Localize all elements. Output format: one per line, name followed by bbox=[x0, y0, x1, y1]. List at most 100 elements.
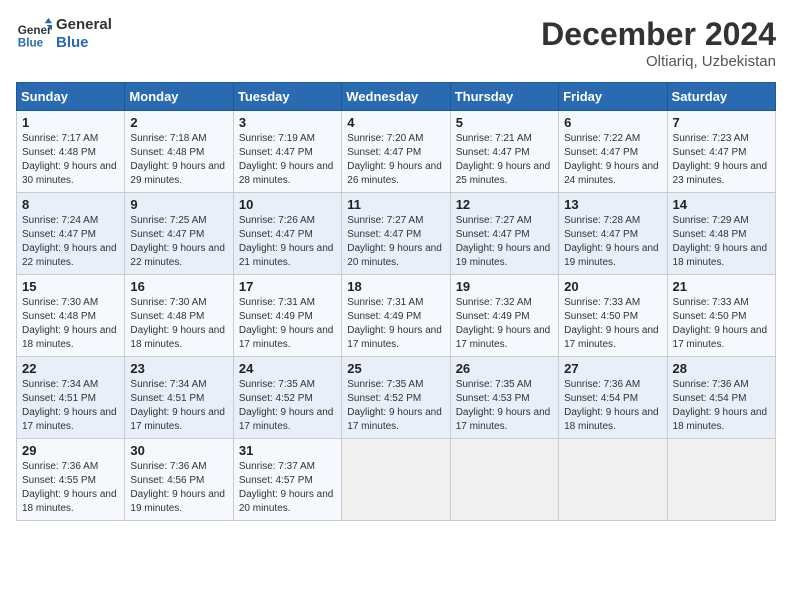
day-cell: 26 Sunrise: 7:35 AM Sunset: 4:53 PM Dayl… bbox=[450, 357, 558, 439]
day-info: Sunrise: 7:35 AM Sunset: 4:52 PM Dayligh… bbox=[347, 378, 444, 434]
day-cell: 27 Sunrise: 7:36 AM Sunset: 4:54 PM Dayl… bbox=[559, 357, 667, 439]
day-cell: 3 Sunrise: 7:19 AM Sunset: 4:47 PM Dayli… bbox=[233, 111, 341, 193]
day-info: Sunrise: 7:28 AM Sunset: 4:47 PM Dayligh… bbox=[564, 214, 661, 270]
week-row-3: 15 Sunrise: 7:30 AM Sunset: 4:48 PM Dayl… bbox=[17, 275, 776, 357]
day-number: 19 bbox=[456, 279, 553, 294]
header-monday: Monday bbox=[125, 83, 233, 111]
day-number: 15 bbox=[22, 279, 119, 294]
day-cell: 20 Sunrise: 7:33 AM Sunset: 4:50 PM Dayl… bbox=[559, 275, 667, 357]
header-saturday: Saturday bbox=[667, 83, 775, 111]
day-info: Sunrise: 7:37 AM Sunset: 4:57 PM Dayligh… bbox=[239, 460, 336, 516]
day-number: 1 bbox=[22, 115, 119, 130]
day-cell: 13 Sunrise: 7:28 AM Sunset: 4:47 PM Dayl… bbox=[559, 193, 667, 275]
day-number: 25 bbox=[347, 361, 444, 376]
day-cell: 2 Sunrise: 7:18 AM Sunset: 4:48 PM Dayli… bbox=[125, 111, 233, 193]
day-info: Sunrise: 7:36 AM Sunset: 4:56 PM Dayligh… bbox=[130, 460, 227, 516]
day-info: Sunrise: 7:31 AM Sunset: 4:49 PM Dayligh… bbox=[347, 296, 444, 352]
day-cell bbox=[559, 439, 667, 521]
day-number: 29 bbox=[22, 443, 119, 458]
svg-text:Blue: Blue bbox=[18, 37, 44, 50]
day-cell: 10 Sunrise: 7:26 AM Sunset: 4:47 PM Dayl… bbox=[233, 193, 341, 275]
day-info: Sunrise: 7:27 AM Sunset: 4:47 PM Dayligh… bbox=[456, 214, 553, 270]
week-row-2: 8 Sunrise: 7:24 AM Sunset: 4:47 PM Dayli… bbox=[17, 193, 776, 275]
location: Oltiariq, Uzbekistan bbox=[541, 53, 776, 70]
day-info: Sunrise: 7:24 AM Sunset: 4:47 PM Dayligh… bbox=[22, 214, 119, 270]
day-cell: 15 Sunrise: 7:30 AM Sunset: 4:48 PM Dayl… bbox=[17, 275, 125, 357]
logo-blue: Blue bbox=[56, 34, 112, 52]
day-number: 12 bbox=[456, 197, 553, 212]
day-info: Sunrise: 7:19 AM Sunset: 4:47 PM Dayligh… bbox=[239, 132, 336, 188]
day-info: Sunrise: 7:32 AM Sunset: 4:49 PM Dayligh… bbox=[456, 296, 553, 352]
day-cell: 22 Sunrise: 7:34 AM Sunset: 4:51 PM Dayl… bbox=[17, 357, 125, 439]
day-number: 23 bbox=[130, 361, 227, 376]
day-number: 4 bbox=[347, 115, 444, 130]
day-cell: 28 Sunrise: 7:36 AM Sunset: 4:54 PM Dayl… bbox=[667, 357, 775, 439]
day-info: Sunrise: 7:36 AM Sunset: 4:54 PM Dayligh… bbox=[673, 378, 770, 434]
day-cell: 1 Sunrise: 7:17 AM Sunset: 4:48 PM Dayli… bbox=[17, 111, 125, 193]
day-cell: 5 Sunrise: 7:21 AM Sunset: 4:47 PM Dayli… bbox=[450, 111, 558, 193]
day-cell: 8 Sunrise: 7:24 AM Sunset: 4:47 PM Dayli… bbox=[17, 193, 125, 275]
day-number: 8 bbox=[22, 197, 119, 212]
day-info: Sunrise: 7:25 AM Sunset: 4:47 PM Dayligh… bbox=[130, 214, 227, 270]
day-cell: 6 Sunrise: 7:22 AM Sunset: 4:47 PM Dayli… bbox=[559, 111, 667, 193]
day-info: Sunrise: 7:18 AM Sunset: 4:48 PM Dayligh… bbox=[130, 132, 227, 188]
header-friday: Friday bbox=[559, 83, 667, 111]
day-info: Sunrise: 7:23 AM Sunset: 4:47 PM Dayligh… bbox=[673, 132, 770, 188]
day-cell: 14 Sunrise: 7:29 AM Sunset: 4:48 PM Dayl… bbox=[667, 193, 775, 275]
day-cell: 11 Sunrise: 7:27 AM Sunset: 4:47 PM Dayl… bbox=[342, 193, 450, 275]
week-row-5: 29 Sunrise: 7:36 AM Sunset: 4:55 PM Dayl… bbox=[17, 439, 776, 521]
day-cell: 9 Sunrise: 7:25 AM Sunset: 4:47 PM Dayli… bbox=[125, 193, 233, 275]
day-cell: 19 Sunrise: 7:32 AM Sunset: 4:49 PM Dayl… bbox=[450, 275, 558, 357]
day-cell: 24 Sunrise: 7:35 AM Sunset: 4:52 PM Dayl… bbox=[233, 357, 341, 439]
svg-text:General: General bbox=[18, 24, 52, 37]
day-info: Sunrise: 7:36 AM Sunset: 4:55 PM Dayligh… bbox=[22, 460, 119, 516]
calendar-header: SundayMondayTuesdayWednesdayThursdayFrid… bbox=[17, 83, 776, 111]
week-row-4: 22 Sunrise: 7:34 AM Sunset: 4:51 PM Dayl… bbox=[17, 357, 776, 439]
day-cell: 30 Sunrise: 7:36 AM Sunset: 4:56 PM Dayl… bbox=[125, 439, 233, 521]
day-number: 22 bbox=[22, 361, 119, 376]
day-info: Sunrise: 7:22 AM Sunset: 4:47 PM Dayligh… bbox=[564, 132, 661, 188]
day-number: 26 bbox=[456, 361, 553, 376]
logo-icon: General Blue bbox=[16, 16, 52, 52]
day-info: Sunrise: 7:30 AM Sunset: 4:48 PM Dayligh… bbox=[130, 296, 227, 352]
header-tuesday: Tuesday bbox=[233, 83, 341, 111]
day-cell: 23 Sunrise: 7:34 AM Sunset: 4:51 PM Dayl… bbox=[125, 357, 233, 439]
day-number: 16 bbox=[130, 279, 227, 294]
day-cell: 31 Sunrise: 7:37 AM Sunset: 4:57 PM Dayl… bbox=[233, 439, 341, 521]
day-info: Sunrise: 7:26 AM Sunset: 4:47 PM Dayligh… bbox=[239, 214, 336, 270]
logo-general: General bbox=[56, 16, 112, 34]
day-info: Sunrise: 7:27 AM Sunset: 4:47 PM Dayligh… bbox=[347, 214, 444, 270]
week-row-1: 1 Sunrise: 7:17 AM Sunset: 4:48 PM Dayli… bbox=[17, 111, 776, 193]
day-cell: 17 Sunrise: 7:31 AM Sunset: 4:49 PM Dayl… bbox=[233, 275, 341, 357]
month-title: December 2024 bbox=[541, 16, 776, 53]
day-cell: 4 Sunrise: 7:20 AM Sunset: 4:47 PM Dayli… bbox=[342, 111, 450, 193]
day-number: 18 bbox=[347, 279, 444, 294]
day-info: Sunrise: 7:35 AM Sunset: 4:52 PM Dayligh… bbox=[239, 378, 336, 434]
day-number: 24 bbox=[239, 361, 336, 376]
day-info: Sunrise: 7:33 AM Sunset: 4:50 PM Dayligh… bbox=[564, 296, 661, 352]
day-cell bbox=[450, 439, 558, 521]
day-info: Sunrise: 7:21 AM Sunset: 4:47 PM Dayligh… bbox=[456, 132, 553, 188]
day-number: 28 bbox=[673, 361, 770, 376]
day-info: Sunrise: 7:34 AM Sunset: 4:51 PM Dayligh… bbox=[22, 378, 119, 434]
day-number: 9 bbox=[130, 197, 227, 212]
logo: General Blue General Blue bbox=[16, 16, 112, 52]
day-number: 7 bbox=[673, 115, 770, 130]
day-number: 2 bbox=[130, 115, 227, 130]
day-number: 17 bbox=[239, 279, 336, 294]
day-info: Sunrise: 7:31 AM Sunset: 4:49 PM Dayligh… bbox=[239, 296, 336, 352]
day-info: Sunrise: 7:34 AM Sunset: 4:51 PM Dayligh… bbox=[130, 378, 227, 434]
day-info: Sunrise: 7:33 AM Sunset: 4:50 PM Dayligh… bbox=[673, 296, 770, 352]
day-info: Sunrise: 7:20 AM Sunset: 4:47 PM Dayligh… bbox=[347, 132, 444, 188]
day-info: Sunrise: 7:29 AM Sunset: 4:48 PM Dayligh… bbox=[673, 214, 770, 270]
day-cell: 25 Sunrise: 7:35 AM Sunset: 4:52 PM Dayl… bbox=[342, 357, 450, 439]
day-number: 6 bbox=[564, 115, 661, 130]
day-number: 21 bbox=[673, 279, 770, 294]
day-cell: 12 Sunrise: 7:27 AM Sunset: 4:47 PM Dayl… bbox=[450, 193, 558, 275]
title-block: December 2024 Oltiariq, Uzbekistan bbox=[541, 16, 776, 70]
day-number: 31 bbox=[239, 443, 336, 458]
day-number: 3 bbox=[239, 115, 336, 130]
day-number: 30 bbox=[130, 443, 227, 458]
header-thursday: Thursday bbox=[450, 83, 558, 111]
day-info: Sunrise: 7:17 AM Sunset: 4:48 PM Dayligh… bbox=[22, 132, 119, 188]
